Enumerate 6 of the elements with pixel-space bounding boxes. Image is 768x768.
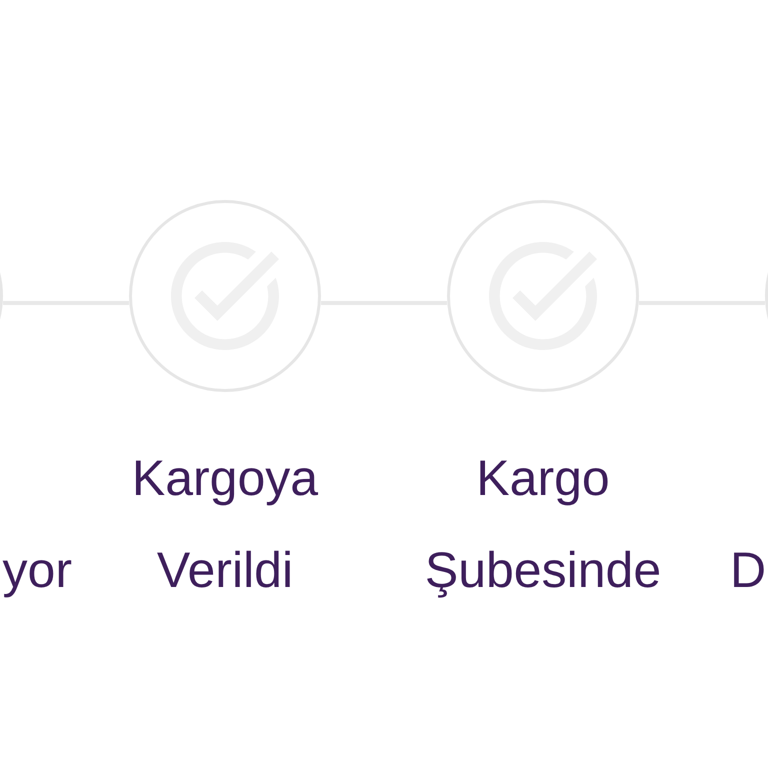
- step-label: yor: [2, 541, 72, 600]
- step-label: Kargo: [476, 449, 610, 508]
- step-label: D: [730, 541, 766, 600]
- step-label: Şubesinde: [424, 541, 662, 600]
- step-label: Verildi: [156, 541, 294, 600]
- step-label: Kargoya: [132, 449, 318, 508]
